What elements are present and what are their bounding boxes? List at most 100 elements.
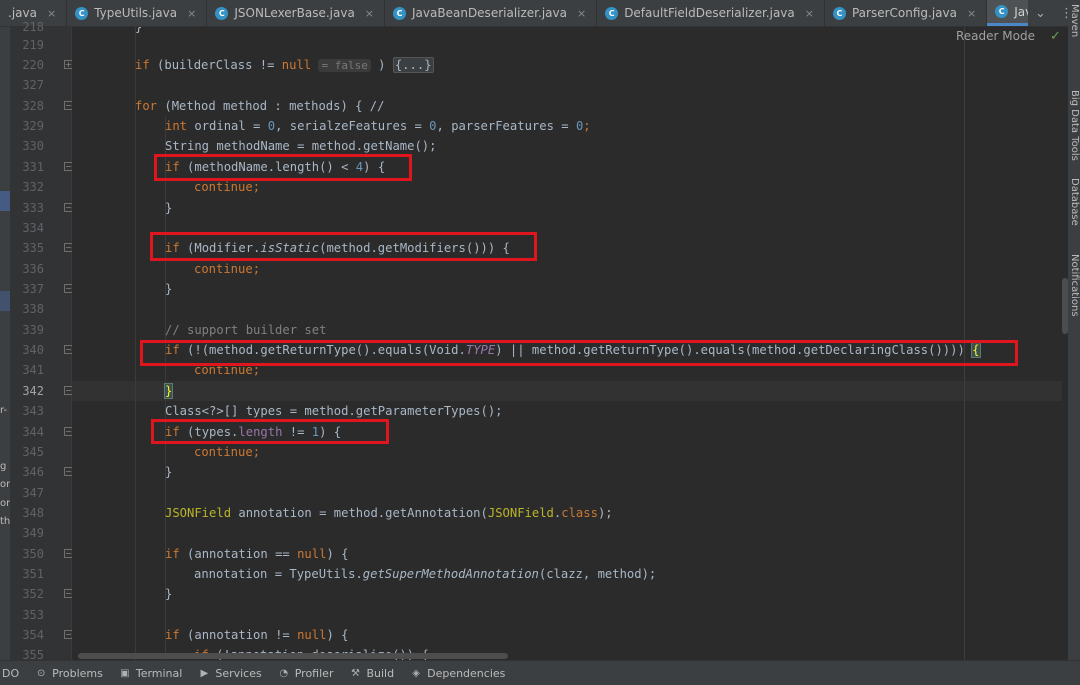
tool-notifications[interactable]: Notifications xyxy=(1069,254,1080,317)
line-number: 327 xyxy=(22,78,44,92)
code-keyword: if xyxy=(165,547,180,561)
tool-label: DO xyxy=(2,666,20,680)
tool-maven[interactable]: Maven xyxy=(1069,4,1080,37)
line-number: 353 xyxy=(22,608,44,622)
close-icon[interactable]: × xyxy=(365,7,374,20)
chevron-down-icon[interactable]: ⌄ xyxy=(1035,6,1046,21)
profiler-icon: ◔ xyxy=(279,667,289,679)
code-keyword: if xyxy=(165,628,180,642)
code-text: ) { xyxy=(326,628,349,642)
code-keyword: for xyxy=(135,99,158,113)
project-text-fragment: g xyxy=(0,461,7,472)
line-number: 348 xyxy=(22,506,44,520)
close-icon[interactable]: × xyxy=(577,7,586,20)
code-text: ordinal = xyxy=(187,119,268,133)
code-text: ); xyxy=(597,506,613,520)
code-line: } xyxy=(165,465,173,479)
code-text: (builderClass != xyxy=(149,58,282,72)
folded-code-placeholder[interactable]: {...} xyxy=(392,57,434,73)
code-editor[interactable]: Reader Mode ✓ } if (builderClass != null… xyxy=(72,27,1062,660)
current-line-highlight xyxy=(72,381,1062,401)
project-text-fragment: or xyxy=(0,479,10,490)
tab-typeutils[interactable]: C TypeUtils.java × xyxy=(67,0,208,26)
code-text: annotation = TypeUtils. xyxy=(194,567,363,581)
tab-jsonlexerbase[interactable]: C JSONLexerBase.java × xyxy=(207,0,386,26)
line-number: 354 xyxy=(22,628,44,642)
line-number: 329 xyxy=(22,119,44,133)
dependencies-icon: ◈ xyxy=(412,667,420,679)
code-text: , parserFeatures = xyxy=(436,119,576,133)
tool-profiler[interactable]: ◔ Profiler xyxy=(272,667,344,680)
code-keyword: class xyxy=(561,506,598,520)
tool-label: Terminal xyxy=(135,666,183,680)
line-number: 336 xyxy=(22,262,44,276)
line-number: 337 xyxy=(22,282,44,296)
code-line: } xyxy=(165,282,173,296)
inline-value-hint: = false xyxy=(318,59,371,72)
line-number: 350 xyxy=(22,547,44,561)
line-number: 338 xyxy=(22,302,44,316)
tab-parserconfig[interactable]: C ParserConfig.java × xyxy=(825,0,988,26)
code-line: Class<?>[] types = method.getParameterTy… xyxy=(165,404,503,418)
tab-label: JavaBeanDeserializer.java xyxy=(412,6,567,20)
tool-label: Services xyxy=(215,666,262,680)
code-keyword: null xyxy=(281,58,312,72)
code-line: if (annotation != null) { xyxy=(165,625,348,645)
code-line: continue; xyxy=(194,445,261,459)
terminal-icon: ▣ xyxy=(120,667,130,679)
code-line: String methodName = method.getName(); xyxy=(165,139,437,153)
code-line: if (builderClass != null = false ) {...} xyxy=(135,55,434,75)
code-keyword: null xyxy=(297,547,327,561)
tool-services[interactable]: ▶ Services xyxy=(192,667,271,680)
build-icon: ⚒ xyxy=(350,667,360,679)
tool-big-data-tools[interactable]: Big Data Tools xyxy=(1069,90,1080,161)
line-number: 346 xyxy=(22,465,44,479)
class-icon: C xyxy=(605,6,619,20)
code-number: 0 xyxy=(429,119,437,133)
indent-guide xyxy=(135,27,136,660)
code-line: int ordinal = 0, serialzeFeatures = 0, p… xyxy=(165,116,591,136)
tool-dependencies[interactable]: ◈ Dependencies xyxy=(404,667,515,680)
tool-build[interactable]: ⚒ Build xyxy=(343,667,404,680)
class-icon: C xyxy=(215,6,229,20)
code-line: } xyxy=(165,201,173,215)
line-number: 343 xyxy=(22,404,44,418)
tab-defaultfielddeserializer[interactable]: C DefaultFieldDeserializer.java × xyxy=(597,0,825,26)
annotation-box xyxy=(140,340,1018,366)
annotation-box xyxy=(150,232,537,261)
code-text: (Method method : methods) { // xyxy=(157,99,385,113)
tool-database[interactable]: Database xyxy=(1069,178,1080,226)
code-annotation-type: JSONField xyxy=(165,506,232,520)
horizontal-scrollbar-thumb[interactable] xyxy=(78,653,508,659)
close-icon[interactable]: × xyxy=(47,7,56,20)
line-number-gutter[interactable]: 218 219 220 327 328 329 330 331 332 333 … xyxy=(10,20,73,662)
tool-todo[interactable]: DO xyxy=(0,667,29,680)
code-semicolon: ; xyxy=(583,119,591,133)
code-text: ) xyxy=(370,58,393,72)
line-number: 339 xyxy=(22,323,44,337)
code-line: JSONField annotation = method.getAnnotat… xyxy=(165,503,613,523)
code-line: if (annotation == null) { xyxy=(165,544,348,564)
editor-tab-bar: .java × C TypeUtils.java × C JSONLexerBa… xyxy=(0,0,1080,27)
close-icon[interactable]: × xyxy=(967,7,976,20)
close-icon[interactable]: × xyxy=(805,7,814,20)
code-line: } xyxy=(163,381,174,401)
line-number-current: 342 xyxy=(22,384,44,398)
project-text-fragment: r- xyxy=(0,405,8,416)
code-line: continue; xyxy=(194,262,261,276)
code-annotation-type: JSONField xyxy=(487,506,554,520)
close-icon[interactable]: × xyxy=(187,7,196,20)
tool-terminal[interactable]: ▣ Terminal xyxy=(113,667,193,680)
line-number: 349 xyxy=(22,526,44,540)
tool-problems[interactable]: ⊙ Problems xyxy=(29,667,113,680)
project-panel-edge: r- g or or th xyxy=(0,27,10,660)
line-number: 331 xyxy=(22,160,44,174)
tool-label: Dependencies xyxy=(427,666,506,680)
right-tool-window-strip: Maven Big Data Tools Database Notificati… xyxy=(1068,0,1080,660)
reader-mode-toggle[interactable]: Reader Mode xyxy=(956,29,1035,43)
tool-label: Problems xyxy=(52,666,103,680)
line-number: 340 xyxy=(22,343,44,357)
line-number: 335 xyxy=(22,241,44,255)
project-text-fragment: or xyxy=(0,498,10,509)
tab-javabeandeserializer[interactable]: C JavaBeanDeserializer.java × xyxy=(385,0,598,26)
